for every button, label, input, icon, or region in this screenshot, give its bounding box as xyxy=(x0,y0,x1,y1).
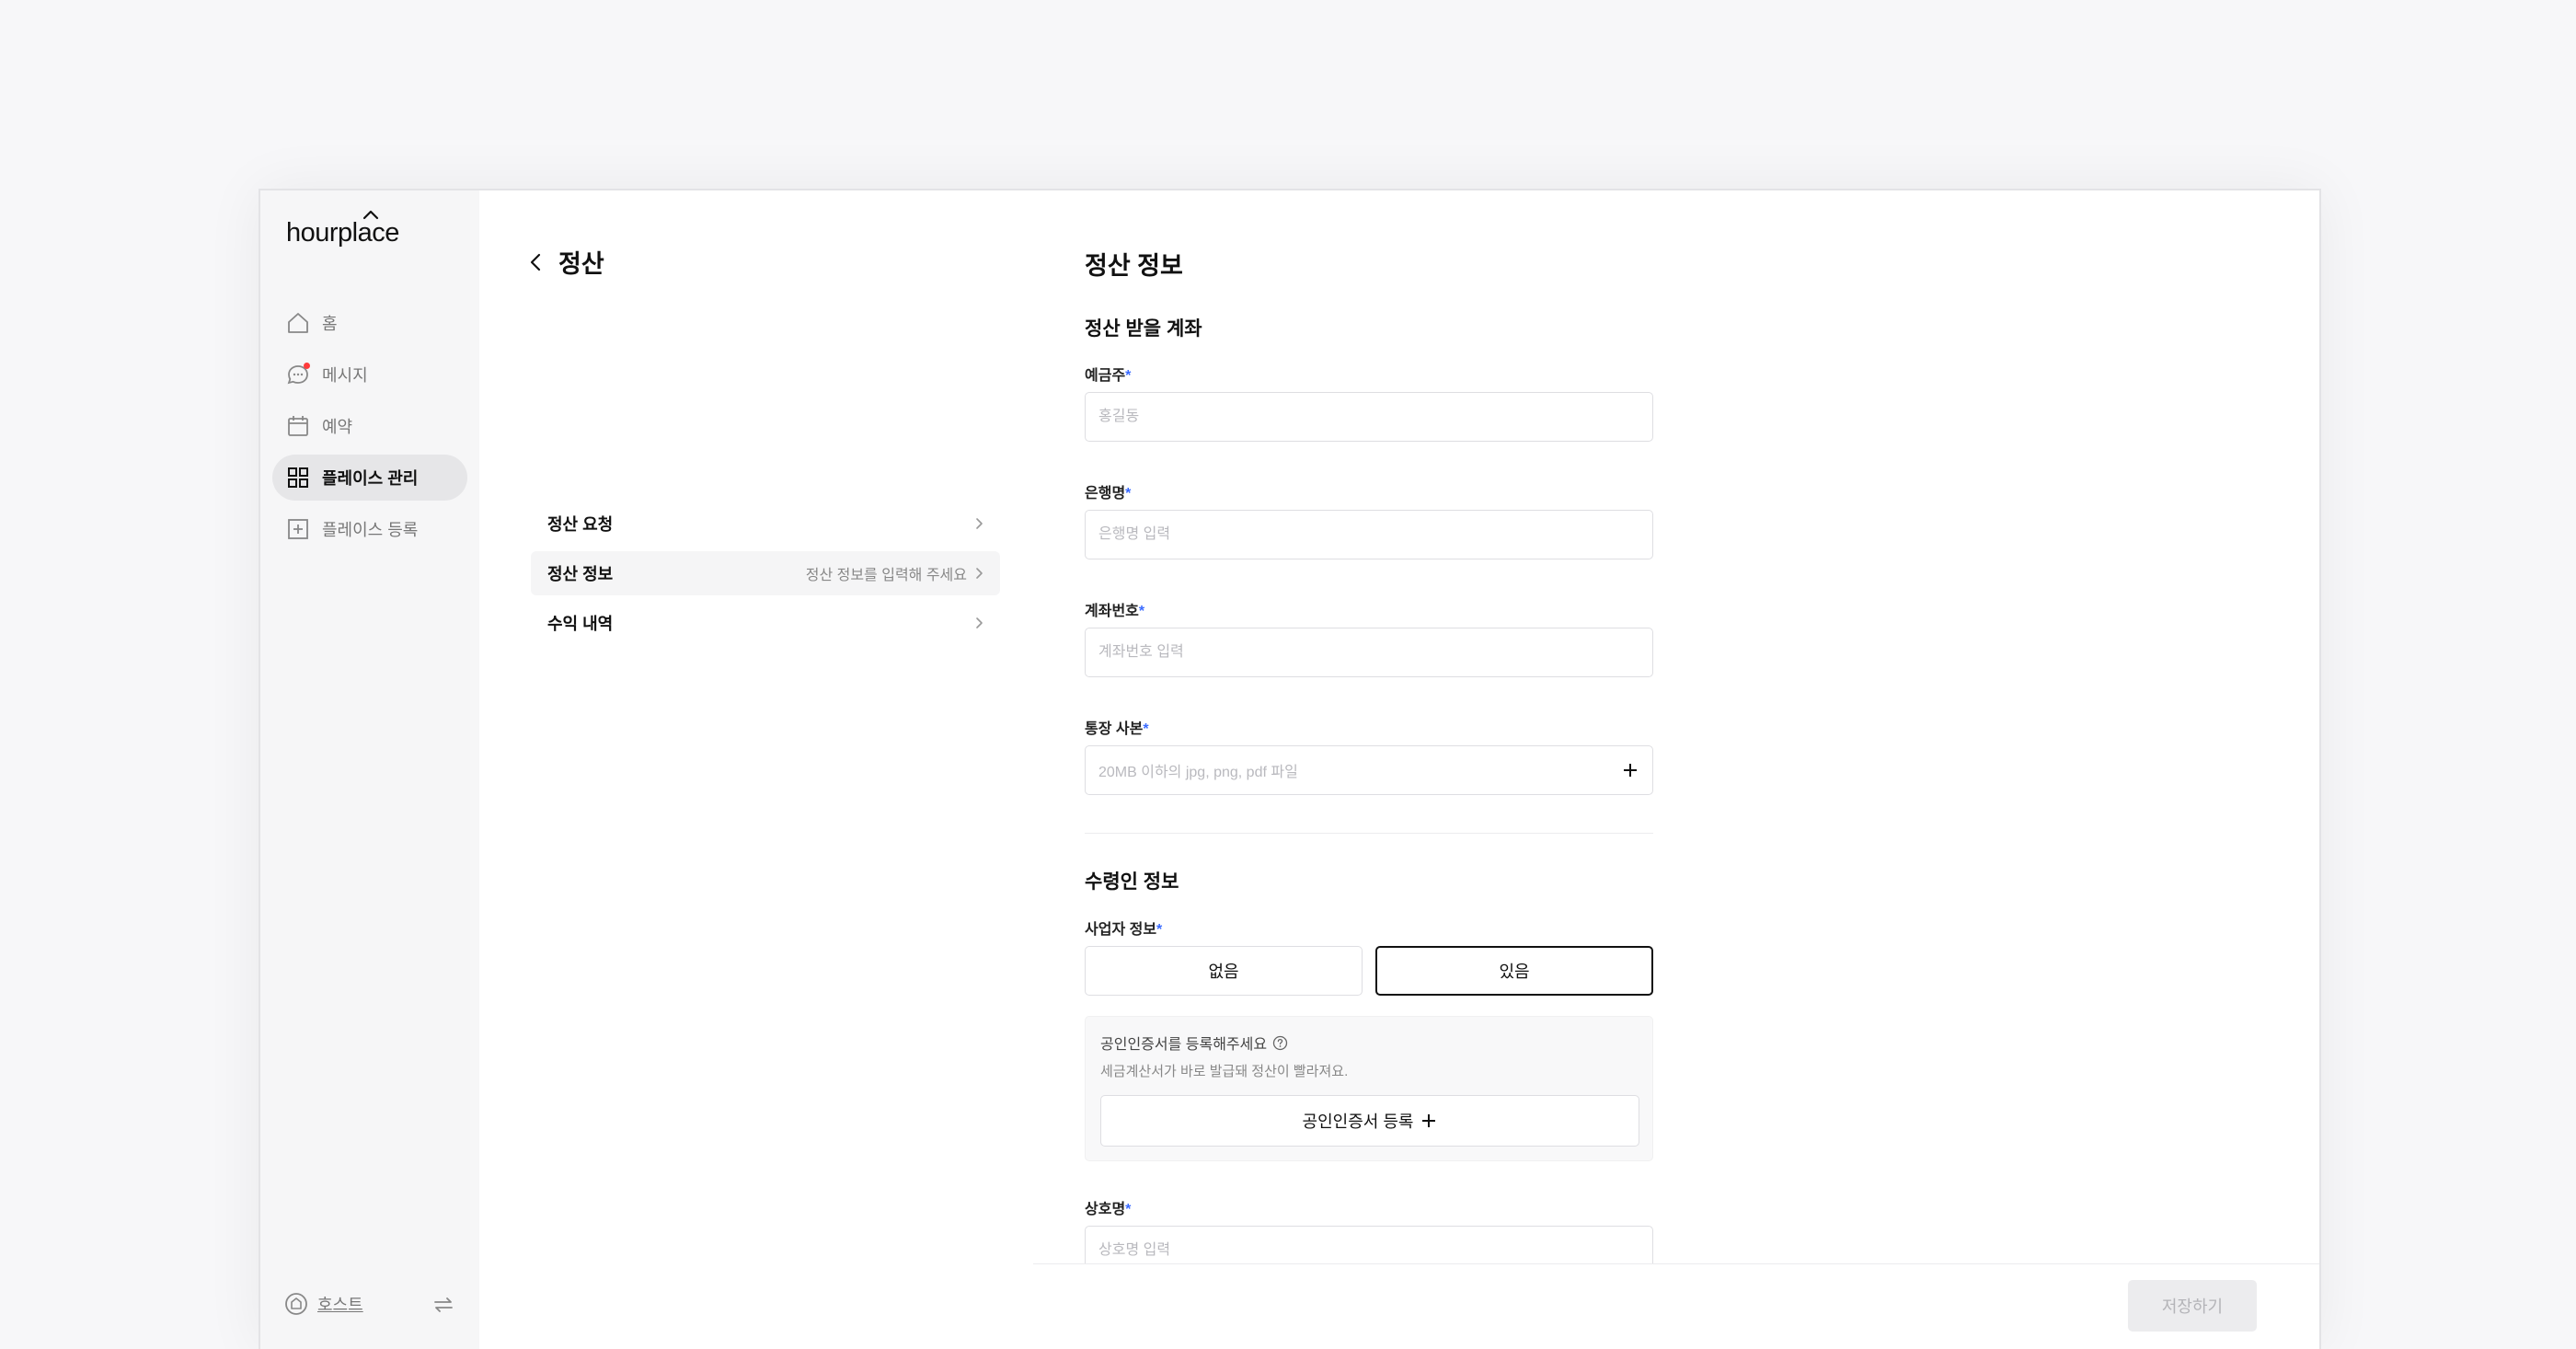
plus-icon[interactable] xyxy=(1621,761,1639,779)
menu-item-settlement-info[interactable]: 정산 정보 정산 정보를 입력해 주세요 xyxy=(531,551,1000,595)
plus-icon xyxy=(1422,1114,1436,1127)
menu-item-label: 정산 요청 xyxy=(547,515,614,534)
logo[interactable]: hourplace xyxy=(286,218,399,248)
account-number-input[interactable] xyxy=(1085,628,1653,677)
app-window: hourplace 홈 메시지 예약 플레이스 관리 플레이스 등록 호스트 정… xyxy=(259,189,2321,1349)
sidebar-item-home[interactable]: 홈 xyxy=(272,300,467,346)
business-info-label: 사업자 정보* xyxy=(1085,922,1163,938)
holder-label: 예금주* xyxy=(1085,368,1132,384)
bankbook-upload-field[interactable]: 20MB 이하의 jpg, png, pdf 파일 xyxy=(1085,745,1653,795)
host-icon xyxy=(285,1293,307,1315)
plus-square-icon xyxy=(288,519,308,539)
page-title: 정산 정보 xyxy=(1085,252,1183,280)
sidebar: hourplace 홈 메시지 예약 플레이스 관리 플레이스 등록 호스트 xyxy=(260,190,480,1349)
host-profile[interactable]: 호스트 xyxy=(284,1292,363,1316)
save-button[interactable]: 저장하기 xyxy=(2128,1280,2257,1332)
certificate-title: 공인인증서를 등록해주세요 xyxy=(1100,1032,1288,1054)
sidebar-item-label: 플레이스 관리 xyxy=(322,469,419,488)
help-icon[interactable] xyxy=(1272,1035,1288,1051)
account-section-title: 정산 받을 계좌 xyxy=(1085,318,1202,340)
sidebar-item-message[interactable]: 메시지 xyxy=(272,352,467,398)
settlement-info-form: 정산 정보 정산 받을 계좌 예금주* 은행명* 계좌번호* 통장 사본* 20… xyxy=(1033,190,2319,1349)
certificate-box: 공인인증서를 등록해주세요 세금계산서가 바로 발급돼 정산이 빨라져요. 공인… xyxy=(1085,1016,1653,1161)
menu-item-hint: 정산 정보를 입력해 주세요 xyxy=(805,568,967,583)
notification-dot xyxy=(304,363,310,369)
form-footer: 저장하기 xyxy=(1033,1263,2319,1349)
grid-icon xyxy=(288,467,308,488)
sidebar-item-label: 홈 xyxy=(322,315,338,333)
certificate-description: 세금계산서가 바로 발급돼 정산이 빨라져요. xyxy=(1100,1064,1349,1079)
bank-input[interactable] xyxy=(1085,510,1653,559)
sidebar-item-reservation[interactable]: 예약 xyxy=(272,403,467,449)
menu-item-revenue-history[interactable]: 수익 내역 xyxy=(531,601,1000,645)
section-divider xyxy=(1085,833,1653,834)
chevron-right-icon xyxy=(976,617,983,628)
sidebar-item-label: 플레이스 등록 xyxy=(322,521,419,539)
business-none-button[interactable]: 없음 xyxy=(1085,946,1363,996)
bankbook-placeholder: 20MB 이하의 jpg, png, pdf 파일 xyxy=(1098,765,1298,780)
register-certificate-label: 공인인증서 등록 xyxy=(1302,1113,1414,1131)
menu-item-label: 정산 정보 xyxy=(547,565,614,583)
chevron-left-icon[interactable] xyxy=(527,251,544,273)
register-certificate-button[interactable]: 공인인증서 등록 xyxy=(1100,1095,1639,1147)
bankbook-label: 통장 사본* xyxy=(1085,721,1149,737)
bank-label: 은행명* xyxy=(1085,486,1132,502)
swap-icon[interactable] xyxy=(431,1293,455,1317)
company-name-label: 상호명* xyxy=(1085,1202,1132,1217)
calendar-icon xyxy=(288,416,308,436)
sidebar-item-place-management[interactable]: 플레이스 관리 xyxy=(272,455,467,501)
home-icon xyxy=(288,313,308,333)
recipient-section-title: 수령인 정보 xyxy=(1085,871,1179,893)
settlement-menu-panel: 정산 정산 요청 정산 정보 정산 정보를 입력해 주세요 수익 내역 xyxy=(479,190,1034,1349)
sidebar-item-label: 예약 xyxy=(322,418,353,436)
sidebar-item-place-register[interactable]: 플레이스 등록 xyxy=(272,506,467,552)
settlement-header: 정산 xyxy=(527,244,604,280)
chevron-right-icon xyxy=(976,518,983,529)
account-number-label: 계좌번호* xyxy=(1085,604,1145,619)
sidebar-item-label: 메시지 xyxy=(322,366,368,385)
logo-hat-icon xyxy=(362,210,379,220)
settlement-title: 정산 xyxy=(558,250,604,278)
menu-item-label: 수익 내역 xyxy=(547,615,614,633)
business-yes-button[interactable]: 있음 xyxy=(1375,946,1653,996)
menu-item-settlement-request[interactable]: 정산 요청 xyxy=(531,502,1000,546)
host-label: 호스트 xyxy=(317,1296,363,1314)
holder-input[interactable] xyxy=(1085,392,1653,442)
chevron-right-icon xyxy=(976,568,983,579)
